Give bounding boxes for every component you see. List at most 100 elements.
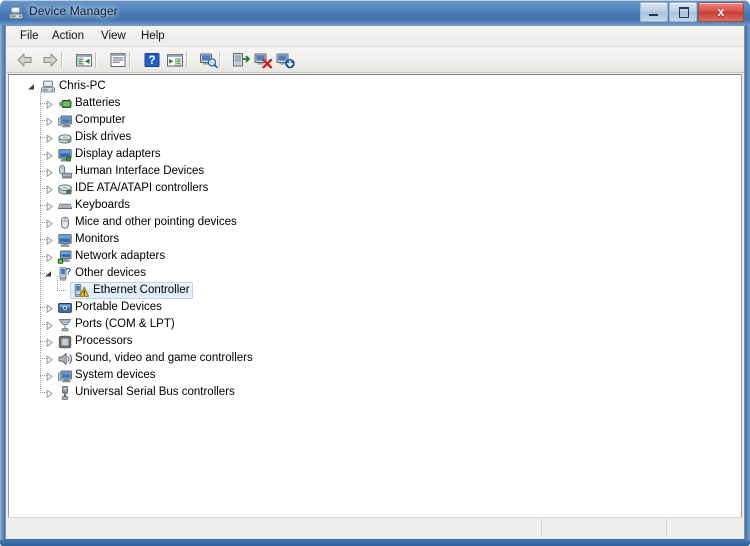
tree-node-label: Mice and other pointing devices xyxy=(75,216,237,228)
expander-collapsed-icon[interactable] xyxy=(45,151,54,160)
tree-node-label: Human Interface Devices xyxy=(75,165,205,177)
arrow-left-icon xyxy=(17,53,32,67)
client-area: File Action View Help ? Chris-PC Batteri… xyxy=(5,25,745,539)
show-hide-console-tree-button[interactable] xyxy=(73,50,95,70)
expander-collapsed-icon[interactable] xyxy=(45,236,54,245)
tree-node-label: Universal Serial Bus controllers xyxy=(75,386,235,398)
disable-down-arrow-icon xyxy=(276,53,295,69)
ide-controller-icon xyxy=(57,181,73,197)
expander-collapsed-icon[interactable] xyxy=(45,100,54,109)
expander-expanded-icon[interactable] xyxy=(27,83,36,92)
toolbar-separator xyxy=(61,52,63,68)
unknown-device-warning-icon xyxy=(73,283,90,299)
tree-row-monitors[interactable]: Monitors xyxy=(9,231,741,248)
processor-icon xyxy=(57,334,73,350)
tree-row-chris-pc[interactable]: Chris-PC xyxy=(9,78,741,95)
expander-collapsed-icon[interactable] xyxy=(45,219,54,228)
tree-guide-line xyxy=(57,290,67,291)
expander-collapsed-icon[interactable] xyxy=(45,321,54,330)
device-manager-window: Device Manager x File Action View Help ?… xyxy=(0,0,750,546)
computer-root-icon xyxy=(40,79,56,95)
tree-node-label: Ports (COM & LPT) xyxy=(75,318,175,330)
status-panel-secondary xyxy=(541,519,666,536)
device-tree: Chris-PC Batteries Computer Disk drives … xyxy=(9,78,741,401)
expander-collapsed-icon[interactable] xyxy=(45,117,54,126)
tree-row-display-adapters[interactable]: Display adapters xyxy=(9,146,741,163)
show-details-button[interactable] xyxy=(164,50,186,70)
minimize-button[interactable] xyxy=(640,2,668,22)
update-driver-button[interactable] xyxy=(230,50,252,70)
tree-node-label: IDE ATA/ATAPI controllers xyxy=(75,182,209,194)
scan-magnifier-icon xyxy=(200,53,218,69)
expander-collapsed-icon[interactable] xyxy=(45,338,54,347)
tree-row-network-adapters[interactable]: Network adapters xyxy=(9,248,741,265)
menu-file[interactable]: File xyxy=(14,29,45,43)
device-tree-pane[interactable]: Chris-PC Batteries Computer Disk drives … xyxy=(8,74,742,528)
expander-collapsed-icon[interactable] xyxy=(45,389,54,398)
tree-row-mice[interactable]: Mice and other pointing devices xyxy=(9,214,741,231)
tree-row-processors[interactable]: Processors xyxy=(9,333,741,350)
tree-node-label: Display adapters xyxy=(75,148,161,160)
uninstall-device-button[interactable] xyxy=(252,50,274,70)
display-adapter-icon xyxy=(57,147,73,163)
tree-node-label: Monitors xyxy=(75,233,120,245)
tree-row-computer[interactable]: Computer xyxy=(9,112,741,129)
battery-icon xyxy=(57,96,73,112)
toolbar: ? xyxy=(6,47,744,73)
window-border-right xyxy=(745,0,750,546)
menu-view[interactable]: View xyxy=(95,29,132,43)
keyboard-icon xyxy=(57,198,73,214)
expander-collapsed-icon[interactable] xyxy=(45,185,54,194)
expander-collapsed-icon[interactable] xyxy=(45,304,54,313)
tree-row-ports[interactable]: Ports (COM & LPT) xyxy=(9,316,741,333)
title-bar-highlight xyxy=(0,0,750,1)
minimize-icon xyxy=(649,14,658,16)
window-controls: x xyxy=(640,2,744,22)
tree-row-system-devices[interactable]: System devices xyxy=(9,367,741,384)
tree-row-portable-devices[interactable]: Portable Devices xyxy=(9,299,741,316)
maximize-button[interactable] xyxy=(669,2,697,22)
expander-collapsed-icon[interactable] xyxy=(45,168,54,177)
tree-node-label: Batteries xyxy=(75,97,121,109)
svg-text:?: ? xyxy=(66,267,72,277)
tree-node-label: Sound, video and game controllers xyxy=(75,352,253,364)
menu-action[interactable]: Action xyxy=(46,29,90,43)
tree-row-ide-controllers[interactable]: IDE ATA/ATAPI controllers xyxy=(9,180,741,197)
tree-row-keyboards[interactable]: Keyboards xyxy=(9,197,741,214)
menu-help[interactable]: Help xyxy=(135,29,171,43)
expander-collapsed-icon[interactable] xyxy=(45,134,54,143)
scan-hardware-changes-button[interactable] xyxy=(197,50,219,70)
window-title: Device Manager xyxy=(29,4,118,18)
help-question-icon: ? xyxy=(144,53,160,67)
arrow-right-icon xyxy=(43,53,58,67)
update-driver-icon xyxy=(233,53,250,67)
tree-node-label: Disk drives xyxy=(75,131,132,143)
usb-controller-icon xyxy=(57,385,73,401)
expander-expanded-icon[interactable] xyxy=(44,270,53,279)
tree-row-other-devices[interactable]: ? Other devices xyxy=(9,265,741,282)
disk-drive-icon xyxy=(57,130,73,146)
expander-collapsed-icon[interactable] xyxy=(45,355,54,364)
tree-row-human-interface-devices[interactable]: Human Interface Devices xyxy=(9,163,741,180)
expander-collapsed-icon[interactable] xyxy=(45,372,54,381)
tree-row-sound-video-game[interactable]: Sound, video and game controllers xyxy=(9,350,741,367)
expander-collapsed-icon[interactable] xyxy=(45,253,54,262)
disable-device-button[interactable] xyxy=(274,50,296,70)
close-button[interactable]: x xyxy=(698,2,744,22)
tree-node-label: Portable Devices xyxy=(75,301,162,313)
tree-row-usb-controllers[interactable]: Universal Serial Bus controllers xyxy=(9,384,741,401)
title-bar[interactable]: Device Manager x xyxy=(0,0,750,25)
tree-node-label: Other devices xyxy=(75,267,146,279)
tree-row-ethernet-controller[interactable]: Ethernet Controller xyxy=(9,282,741,299)
properties-button[interactable] xyxy=(107,50,129,70)
help-button[interactable]: ? xyxy=(141,50,163,70)
back-button[interactable] xyxy=(15,50,37,70)
tree-row-disk-drives[interactable]: Disk drives xyxy=(9,129,741,146)
expander-collapsed-icon[interactable] xyxy=(45,202,54,211)
forward-button[interactable] xyxy=(38,50,60,70)
unknown-device-icon: ? xyxy=(57,266,73,282)
tree-node-label: Ethernet Controller xyxy=(93,284,190,296)
console-tree-icon xyxy=(76,54,92,67)
tree-row-batteries[interactable]: Batteries xyxy=(9,95,741,112)
toolbar-separator xyxy=(186,52,188,68)
